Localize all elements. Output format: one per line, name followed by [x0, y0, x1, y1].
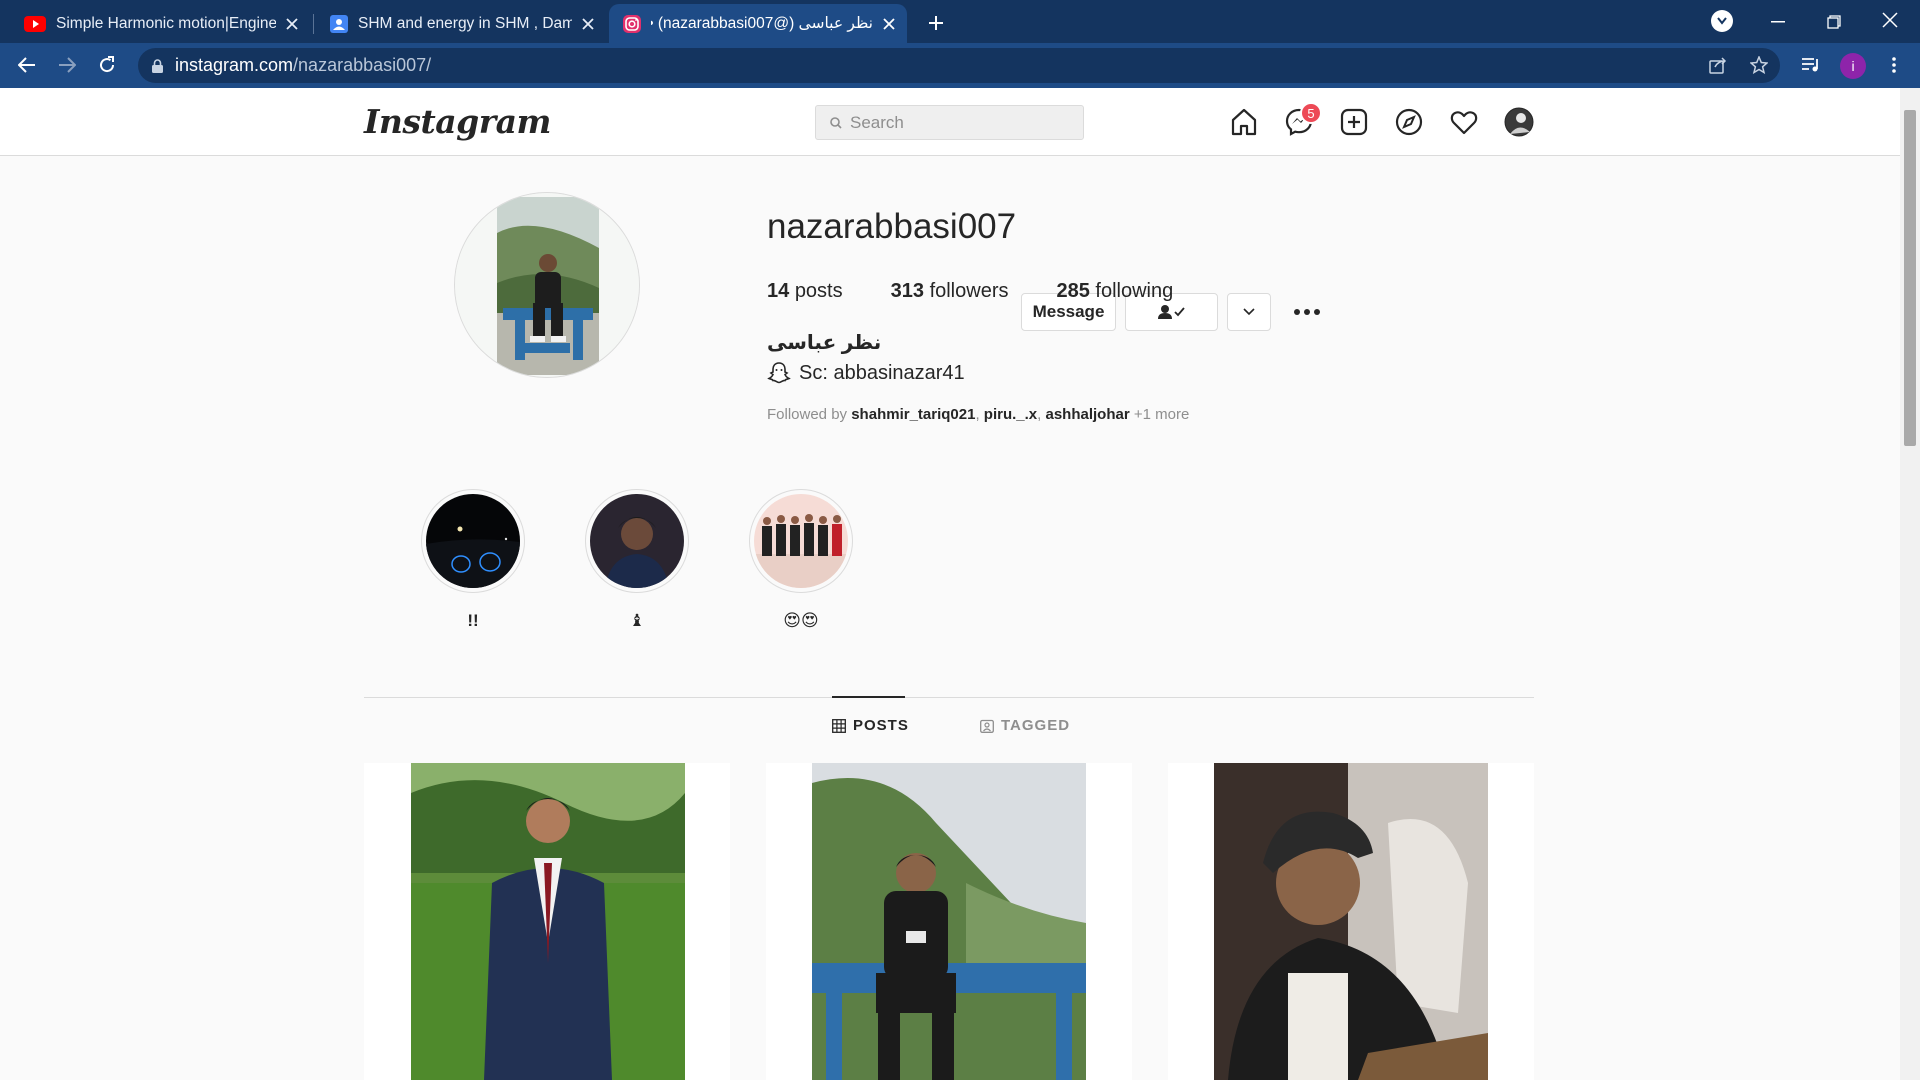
forward-button[interactable]: [53, 51, 81, 79]
tab-tagged[interactable]: TAGGED: [980, 717, 1070, 734]
post-thumbnail[interactable]: [766, 763, 1132, 1080]
highlight-label: !!: [467, 611, 479, 630]
more-options-icon[interactable]: [1293, 304, 1321, 320]
close-tab-icon[interactable]: [881, 16, 897, 32]
followers-link[interactable]: 313 followers: [891, 280, 1009, 303]
instagram-navbar: Instagram 5: [0, 88, 1900, 156]
tab-search-icon[interactable]: [1711, 10, 1733, 32]
new-post-icon[interactable]: [1338, 106, 1370, 138]
tab-posts[interactable]: POSTS: [832, 717, 909, 734]
activity-heart-icon[interactable]: [1448, 106, 1480, 138]
story-highlight[interactable]: ♝: [585, 489, 689, 631]
profile-bio: Sc: abbasinazar41: [767, 361, 965, 385]
post-thumbnail[interactable]: [1168, 763, 1534, 1080]
browser-toolbar: instagram.com/nazarabbasi007/ i: [0, 43, 1920, 88]
profile-full-name: نظر عباسی: [767, 332, 882, 354]
url-host: instagram.com: [175, 55, 294, 75]
browser-profile-avatar[interactable]: i: [1840, 53, 1866, 79]
tab-title: نظر عباسی (@nazarabbasi007) •: [651, 15, 873, 32]
browser-tab-strip: Simple Harmonic motion|Enginee SHM and e…: [0, 0, 1920, 43]
new-tab-button[interactable]: [922, 9, 950, 37]
user-check-icon: [1156, 304, 1188, 320]
close-tab-icon[interactable]: [284, 16, 300, 32]
grid-icon: [832, 718, 846, 733]
highlight-label: 😍😍: [783, 611, 819, 630]
profile-picture[interactable]: [454, 192, 640, 378]
lock-icon: [152, 58, 163, 73]
post-thumbnail[interactable]: [364, 763, 730, 1080]
highlight-label: ♝: [629, 611, 645, 630]
posts-count: 14 posts: [767, 280, 843, 302]
tab-title: Simple Harmonic motion|Enginee: [56, 14, 276, 32]
profile-tabs-divider: [364, 697, 1534, 698]
profile-username: nazarabbasi007: [767, 207, 1017, 246]
chevron-down-icon: [1243, 308, 1255, 316]
bookmark-star-icon[interactable]: [1750, 56, 1768, 74]
close-tab-icon[interactable]: [580, 16, 596, 32]
active-tab-indicator: [832, 696, 905, 698]
profile-stats: 14 posts 313 followers 285 following: [767, 280, 1221, 303]
chrome-menu-icon[interactable]: [1880, 51, 1908, 79]
youtube-icon: [24, 15, 46, 32]
search-input[interactable]: [850, 112, 1070, 133]
close-window-button[interactable]: [1876, 6, 1904, 34]
share-icon[interactable]: [1709, 57, 1727, 74]
back-button[interactable]: [13, 51, 41, 79]
restore-button[interactable]: [1820, 8, 1848, 36]
home-icon[interactable]: [1228, 106, 1260, 138]
messenger-badge: 5: [1300, 102, 1322, 124]
browser-tab-youtube[interactable]: Simple Harmonic motion|Enginee: [10, 4, 310, 43]
search-icon: [830, 116, 842, 129]
tagged-icon: [980, 719, 994, 733]
minimize-button[interactable]: [1764, 8, 1792, 36]
address-bar[interactable]: instagram.com/nazarabbasi007/: [138, 48, 1780, 83]
classroom-icon: [330, 14, 348, 33]
instagram-icon: [623, 14, 641, 33]
story-highlight[interactable]: 😍😍: [749, 489, 853, 631]
media-control-icon[interactable]: [1797, 51, 1825, 79]
story-highlight[interactable]: !!: [421, 489, 525, 631]
explore-icon[interactable]: [1393, 106, 1425, 138]
scrollbar-thumb[interactable]: [1904, 110, 1916, 446]
instagram-page: Instagram 5: [0, 88, 1900, 1080]
page-scrollbar[interactable]: [1900, 88, 1920, 1080]
profile-avatar-icon[interactable]: [1503, 106, 1535, 138]
followed-by[interactable]: Followed by shahmir_tariq021, piru._.x, …: [767, 406, 1189, 423]
following-link[interactable]: 285 following: [1056, 280, 1173, 303]
url-path: /nazarabbasi007/: [293, 55, 432, 75]
bio-text: Sc: abbasinazar41: [799, 361, 965, 384]
reload-button[interactable]: [93, 51, 121, 79]
search-box[interactable]: [815, 105, 1084, 140]
browser-tab-instagram[interactable]: نظر عباسی (@nazarabbasi007) •: [609, 4, 907, 43]
instagram-logo[interactable]: Instagram: [364, 102, 551, 141]
suggested-dropdown-button[interactable]: [1227, 293, 1271, 331]
browser-tab-classroom[interactable]: SHM and energy in SHM , Dampi: [316, 4, 606, 43]
snapchat-ghost-icon: [767, 361, 791, 385]
tab-title: SHM and energy in SHM , Dampi: [358, 14, 572, 32]
